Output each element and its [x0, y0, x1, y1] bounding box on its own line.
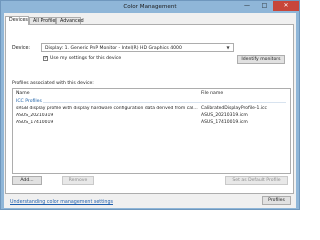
identify-monitors-button[interactable]: Identify monitors	[237, 55, 285, 64]
color-management-window: Color Management — □ ✕ Devices All Profi…	[0, 0, 300, 210]
table-row-name[interactable]: ASUS_20210319	[16, 113, 198, 118]
profiles-list[interactable]: Name File name ICC Profiles sRGB display…	[12, 88, 291, 174]
device-selected-value: Display: 1. Generic PnP Monitor - Intel(…	[45, 45, 182, 51]
table-row-name[interactable]: sRGB display profile with display hardwa…	[16, 106, 198, 111]
column-header-file-name[interactable]: File name	[201, 91, 223, 96]
use-settings-label[interactable]: Use my settings for this device	[50, 56, 121, 61]
table-row-file[interactable]: ASUS_17410019.icm	[201, 120, 248, 125]
device-label: Device:	[12, 46, 31, 51]
column-header-name[interactable]: Name	[16, 91, 30, 96]
title-bar[interactable]: Color Management — □ ✕	[1, 1, 299, 13]
close-button[interactable]: ✕	[273, 1, 299, 11]
checkmark-icon: ✓	[44, 56, 48, 61]
profiles-associated-label: Profiles associated with this device:	[12, 81, 94, 86]
add-profile-button[interactable]: Add...	[12, 176, 42, 185]
remove-profile-button[interactable]: Remove	[62, 176, 94, 185]
maximize-button[interactable]: □	[256, 1, 273, 11]
table-row-name[interactable]: ASUS_17410019	[16, 120, 198, 125]
table-row-file[interactable]: CalibratedDisplayProfile-1.icc	[201, 106, 267, 111]
minimize-button[interactable]: —	[238, 1, 256, 11]
understanding-settings-link[interactable]: Understanding color management settings	[10, 200, 113, 205]
table-row-file[interactable]: ASUS_20210319.icm	[201, 113, 248, 118]
chevron-down-icon[interactable]: ▼	[224, 44, 232, 51]
tab-devices[interactable]: Devices	[5, 16, 29, 25]
dialog-client-area: Devices All Profiles Advanced Device: Di…	[4, 13, 296, 208]
use-settings-checkbox[interactable]: ✓	[43, 56, 48, 61]
device-dropdown[interactable]: Display: 1. Generic PnP Monitor - Intel(…	[41, 43, 234, 52]
set-default-profile-button[interactable]: Set as Default Profile	[225, 176, 288, 185]
profiles-button[interactable]: Profiles	[262, 196, 291, 205]
group-divider	[43, 101, 286, 103]
group-header-icc-profiles: ICC Profiles	[16, 99, 42, 104]
devices-tab-panel: Device: Display: 1. Generic PnP Monitor …	[5, 24, 294, 194]
